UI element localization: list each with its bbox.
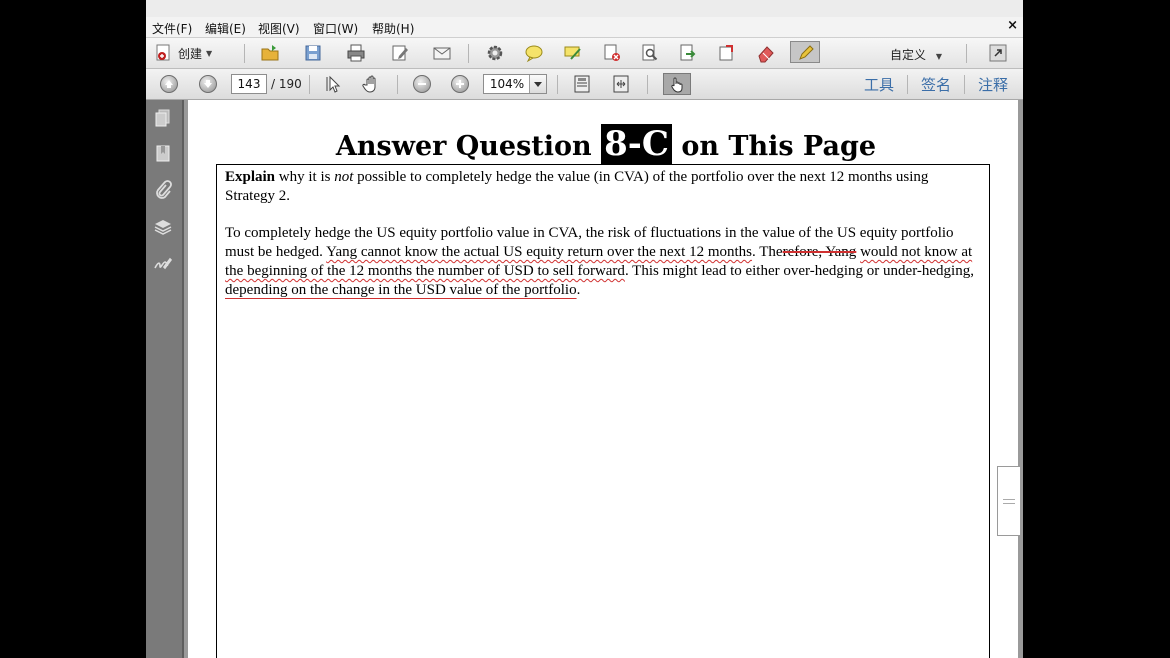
page-title: Answer Question 8-C on This Page <box>188 124 1023 164</box>
answer-part: . This might lead to either over-hedging… <box>624 263 974 279</box>
chevron-down-icon: ▼ <box>935 52 942 61</box>
question-number-badge: 8-C <box>601 124 672 164</box>
signatures-icon[interactable] <box>153 254 173 274</box>
question-italic-word: not <box>334 169 354 185</box>
edit-document-icon[interactable] <box>390 43 410 63</box>
settings-gear-icon[interactable] <box>485 43 505 63</box>
chevron-down-icon: ▼ <box>206 48 213 58</box>
menu-edit[interactable]: 编辑(E) <box>205 20 246 37</box>
hand-tool-icon[interactable] <box>362 74 382 94</box>
toolbar-divider <box>966 44 967 63</box>
page-number-input[interactable] <box>231 74 267 94</box>
answer-part: . <box>576 282 581 298</box>
layers-icon[interactable] <box>153 217 173 237</box>
close-icon[interactable]: × <box>1007 18 1018 33</box>
heading-prefix: Answer Question <box>335 131 592 162</box>
pencil-tool-icon[interactable] <box>790 41 820 63</box>
red-underline-annotation: Yang cannot know the actual US equity re… <box>326 244 753 260</box>
title-strip <box>146 0 1023 17</box>
eraser-icon[interactable] <box>756 43 776 63</box>
page-thumbnails-icon[interactable] <box>153 108 173 128</box>
pdf-reader-window: 文件(F) 编辑(E) 视图(V) 窗口(W) 帮助(H) × 创建 ▼ 自定义… <box>146 0 1023 658</box>
menu-bar: 文件(F) 编辑(E) 视图(V) 窗口(W) 帮助(H) × <box>146 17 1023 38</box>
create-button[interactable]: 创建 ▼ <box>154 42 212 64</box>
create-pdf-icon <box>154 43 174 63</box>
pdf-page: Answer Question 8-C on This Page Explain… <box>188 100 1018 658</box>
customize-button[interactable]: 自定义 ▼ <box>890 46 942 63</box>
menu-file[interactable]: 文件(F) <box>152 20 192 37</box>
delete-page-icon[interactable] <box>602 43 622 63</box>
zoom-out-icon[interactable] <box>413 75 431 93</box>
toolbar-divider <box>964 75 965 94</box>
menu-view[interactable]: 视图(V) <box>258 20 300 37</box>
answer-box: Explain why it is not possible to comple… <box>216 164 990 658</box>
menu-window[interactable]: 窗口(W) <box>313 20 358 37</box>
red-strikethrough-annotation: refore, Yang <box>782 244 857 260</box>
question-part: why it is <box>278 169 331 185</box>
comment-bubble-icon[interactable] <box>524 43 544 63</box>
heading-suffix: on This Page <box>681 131 877 162</box>
navigation-pane <box>146 100 184 658</box>
customize-button-label: 自定义 <box>890 48 927 62</box>
zoom-in-icon[interactable] <box>451 75 469 93</box>
red-underline-annotation: depending on the change in the USD value… <box>225 282 577 298</box>
save-icon[interactable] <box>303 43 323 63</box>
fit-page-icon[interactable] <box>572 74 592 94</box>
question-text: Explain why it is not possible to comple… <box>225 168 981 206</box>
highlight-text-icon[interactable] <box>563 43 583 63</box>
question-bold-word: Explain <box>225 169 276 185</box>
answer-part: . The <box>752 244 783 260</box>
email-icon[interactable] <box>432 43 452 63</box>
main-toolbar: 创建 ▼ 自定义 ▼ <box>146 38 1023 69</box>
toolbar-divider <box>244 44 245 63</box>
zoom-dropdown-icon[interactable] <box>529 75 546 93</box>
select-cursor-icon[interactable] <box>324 74 344 94</box>
touch-mode-icon[interactable] <box>663 73 691 95</box>
toolbar-divider <box>309 75 310 94</box>
find-page-icon[interactable] <box>640 43 660 63</box>
bookmark-icon[interactable] <box>153 144 173 164</box>
export-page-icon[interactable] <box>678 43 698 63</box>
previous-page-icon[interactable] <box>160 75 178 93</box>
fit-width-icon[interactable] <box>611 74 631 94</box>
zoom-input[interactable] <box>486 77 528 91</box>
toolbar-divider <box>397 75 398 94</box>
next-page-icon[interactable] <box>199 75 217 93</box>
print-icon[interactable] <box>346 43 366 63</box>
answer-text: To completely hedge the US equity portfo… <box>225 224 981 300</box>
question-part: possible to completely hedge the value (… <box>225 169 929 204</box>
zoom-select[interactable] <box>483 74 547 94</box>
comment-tab[interactable]: 注释 <box>978 74 1008 95</box>
vertical-scrollbar[interactable] <box>997 100 1021 658</box>
open-folder-icon[interactable] <box>260 43 280 63</box>
navigation-toolbar: / 190 工具 签名 <box>146 69 1023 100</box>
scrollbar-thumb[interactable] <box>997 466 1021 536</box>
tools-tab[interactable]: 工具 <box>864 74 894 95</box>
attachment-icon[interactable] <box>153 180 173 200</box>
expand-window-icon[interactable] <box>988 43 1008 63</box>
toolbar-divider <box>468 44 469 63</box>
toolbar-divider <box>907 75 908 94</box>
create-button-label: 创建 <box>178 46 203 61</box>
stamp-page-icon[interactable] <box>717 43 737 63</box>
document-view[interactable]: Answer Question 8-C on This Page Explain… <box>184 100 1023 658</box>
toolbar-divider <box>557 75 558 94</box>
sign-tab[interactable]: 签名 <box>921 74 951 95</box>
toolbar-divider <box>647 75 648 94</box>
menu-help[interactable]: 帮助(H) <box>372 20 414 37</box>
page-total: / 190 <box>271 77 302 91</box>
